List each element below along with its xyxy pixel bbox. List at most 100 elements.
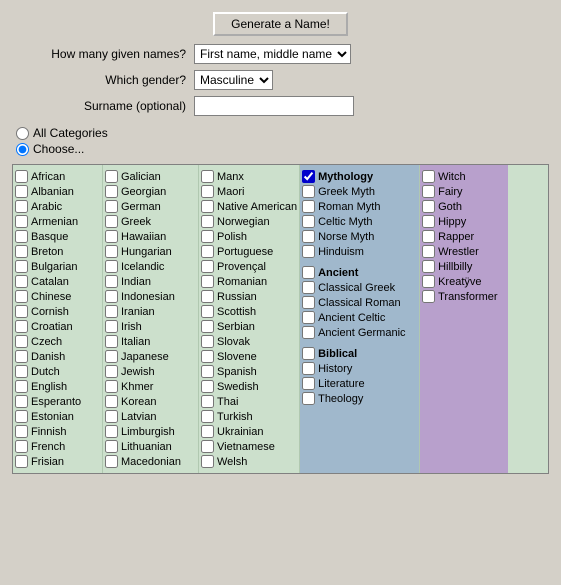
catalan-checkbox[interactable]: [15, 275, 28, 288]
hungarian-checkbox[interactable]: [105, 245, 118, 258]
serbian-checkbox[interactable]: [201, 320, 214, 333]
czech-checkbox[interactable]: [15, 335, 28, 348]
native-american-checkbox[interactable]: [201, 200, 214, 213]
rapper-checkbox[interactable]: [422, 230, 435, 243]
surname-input[interactable]: [194, 96, 354, 116]
theology-checkbox[interactable]: [302, 392, 315, 405]
indonesian-checkbox[interactable]: [105, 290, 118, 303]
scottish-checkbox[interactable]: [201, 305, 214, 318]
mythology-checkbox[interactable]: [302, 170, 315, 183]
turkish-checkbox[interactable]: [201, 410, 214, 423]
surname-label: Surname (optional): [16, 99, 186, 113]
italian-checkbox[interactable]: [105, 335, 118, 348]
norse-myth-checkbox[interactable]: [302, 230, 315, 243]
macedonian-checkbox[interactable]: [105, 455, 118, 468]
list-item: Biblical: [302, 347, 417, 360]
english-checkbox[interactable]: [15, 380, 28, 393]
hinduism-checkbox[interactable]: [302, 245, 315, 258]
list-item: Dutch: [15, 365, 100, 378]
finnish-checkbox[interactable]: [15, 425, 28, 438]
witch-checkbox[interactable]: [422, 170, 435, 183]
latvian-checkbox[interactable]: [105, 410, 118, 423]
choose-radio[interactable]: [16, 143, 29, 156]
list-item: Indian: [105, 275, 196, 288]
classical-greek-checkbox[interactable]: [302, 281, 315, 294]
hawaiian-checkbox[interactable]: [105, 230, 118, 243]
khmer-checkbox[interactable]: [105, 380, 118, 393]
armenian-checkbox[interactable]: [15, 215, 28, 228]
jewish-checkbox[interactable]: [105, 365, 118, 378]
swedish-checkbox[interactable]: [201, 380, 214, 393]
greek-checkbox[interactable]: [105, 215, 118, 228]
iranian-checkbox[interactable]: [105, 305, 118, 318]
basque-checkbox[interactable]: [15, 230, 28, 243]
hillbilly-checkbox[interactable]: [422, 260, 435, 273]
generate-button[interactable]: Generate a Name!: [213, 12, 348, 36]
african-checkbox[interactable]: [15, 170, 28, 183]
polish-checkbox[interactable]: [201, 230, 214, 243]
romanian-checkbox[interactable]: [201, 275, 214, 288]
fairy-checkbox[interactable]: [422, 185, 435, 198]
provencal-checkbox[interactable]: [201, 260, 214, 273]
croatian-checkbox[interactable]: [15, 320, 28, 333]
lithuanian-checkbox[interactable]: [105, 440, 118, 453]
classical-roman-checkbox[interactable]: [302, 296, 315, 309]
hippy-checkbox[interactable]: [422, 215, 435, 228]
estonian-checkbox[interactable]: [15, 410, 28, 423]
irish-checkbox[interactable]: [105, 320, 118, 333]
slovene-checkbox[interactable]: [201, 350, 214, 363]
icelandic-checkbox[interactable]: [105, 260, 118, 273]
georgian-checkbox[interactable]: [105, 185, 118, 198]
albanian-checkbox[interactable]: [15, 185, 28, 198]
norwegian-checkbox[interactable]: [201, 215, 214, 228]
list-item: Slovak: [201, 335, 297, 348]
french-checkbox[interactable]: [15, 440, 28, 453]
gender-select[interactable]: Masculine Feminine Either: [194, 70, 273, 90]
korean-checkbox[interactable]: [105, 395, 118, 408]
roman-myth-checkbox[interactable]: [302, 200, 315, 213]
all-categories-label: All Categories: [33, 126, 108, 140]
portuguese-checkbox[interactable]: [201, 245, 214, 258]
ancient-celtic-checkbox[interactable]: [302, 311, 315, 324]
ukrainian-checkbox[interactable]: [201, 425, 214, 438]
literature-checkbox[interactable]: [302, 377, 315, 390]
spanish-checkbox[interactable]: [201, 365, 214, 378]
greek-myth-checkbox[interactable]: [302, 185, 315, 198]
indian-checkbox[interactable]: [105, 275, 118, 288]
danish-checkbox[interactable]: [15, 350, 28, 363]
arabic-checkbox[interactable]: [15, 200, 28, 213]
list-item: Macedonian: [105, 455, 196, 468]
goth-checkbox[interactable]: [422, 200, 435, 213]
breton-checkbox[interactable]: [15, 245, 28, 258]
thai-checkbox[interactable]: [201, 395, 214, 408]
manx-checkbox[interactable]: [201, 170, 214, 183]
vietnamese-checkbox[interactable]: [201, 440, 214, 453]
frisian-checkbox[interactable]: [15, 455, 28, 468]
slovak-checkbox[interactable]: [201, 335, 214, 348]
kreatve-checkbox[interactable]: [422, 275, 435, 288]
russian-checkbox[interactable]: [201, 290, 214, 303]
japanese-checkbox[interactable]: [105, 350, 118, 363]
welsh-checkbox[interactable]: [201, 455, 214, 468]
list-item: Latvian: [105, 410, 196, 423]
wrestler-checkbox[interactable]: [422, 245, 435, 258]
dutch-checkbox[interactable]: [15, 365, 28, 378]
history-checkbox[interactable]: [302, 362, 315, 375]
maori-checkbox[interactable]: [201, 185, 214, 198]
ancient-germanic-checkbox[interactable]: [302, 326, 315, 339]
transformer-checkbox[interactable]: [422, 290, 435, 303]
biblical-checkbox[interactable]: [302, 347, 315, 360]
given-names-select[interactable]: First name only First name, middle name …: [194, 44, 351, 64]
limburgish-checkbox[interactable]: [105, 425, 118, 438]
all-categories-radio[interactable]: [16, 127, 29, 140]
german-checkbox[interactable]: [105, 200, 118, 213]
list-item: Spanish: [201, 365, 297, 378]
chinese-checkbox[interactable]: [15, 290, 28, 303]
celtic-myth-checkbox[interactable]: [302, 215, 315, 228]
bulgarian-checkbox[interactable]: [15, 260, 28, 273]
list-item: English: [15, 380, 100, 393]
galician-checkbox[interactable]: [105, 170, 118, 183]
ancient-checkbox[interactable]: [302, 266, 315, 279]
cornish-checkbox[interactable]: [15, 305, 28, 318]
esperanto-checkbox[interactable]: [15, 395, 28, 408]
